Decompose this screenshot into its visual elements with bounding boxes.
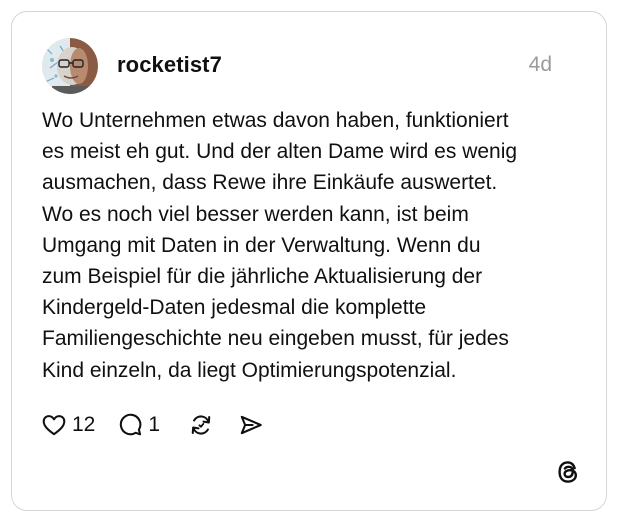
post-text-line: Wo es noch viel besser werden kann, ist … <box>42 202 469 226</box>
reply-count: 1 <box>148 413 161 436</box>
post-card: rocketist7 4d Wo Unternehmen etwas davon… <box>11 11 607 511</box>
share-button[interactable] <box>238 412 264 438</box>
repost-button[interactable] <box>188 412 214 438</box>
action-bar: 12 1 <box>41 411 264 439</box>
post-text-line: Umgang mit Daten in der Verwaltung. Wenn… <box>42 233 481 257</box>
post-text-line: Familiengeschichte neu eingeben musst, f… <box>42 327 509 351</box>
post-text-line: Kind einzeln, da liegt Optimierungspoten… <box>42 358 457 382</box>
post-text-line: es meist eh gut. Und der alten Dame wird… <box>42 140 518 164</box>
post-text-line: Kindergeld-Daten jedesmal die komplette <box>42 296 427 320</box>
username[interactable]: rocketist7 <box>117 52 222 78</box>
heart-icon <box>42 415 66 436</box>
repost-arrows-icon <box>191 415 211 435</box>
threads-logo <box>558 461 578 483</box>
like-button[interactable]: 12 <box>41 412 95 438</box>
post-text-line: zum Beispiel für die jährliche Aktualisi… <box>42 265 483 289</box>
post-text-line: ausmachen, dass Rewe ihre Einkäufe auswe… <box>42 171 498 195</box>
timestamp: 4d <box>528 53 552 76</box>
post-text: Wo Unternehmen etwas davon haben, funkti… <box>42 105 582 386</box>
like-count: 12 <box>72 413 96 436</box>
avatar[interactable] <box>42 38 98 94</box>
reply-button[interactable]: 1 <box>117 412 160 438</box>
post-text-line: Wo Unternehmen etwas davon haben, funkti… <box>42 109 509 132</box>
send-icon <box>240 415 262 435</box>
speech-bubble-icon <box>120 413 142 436</box>
